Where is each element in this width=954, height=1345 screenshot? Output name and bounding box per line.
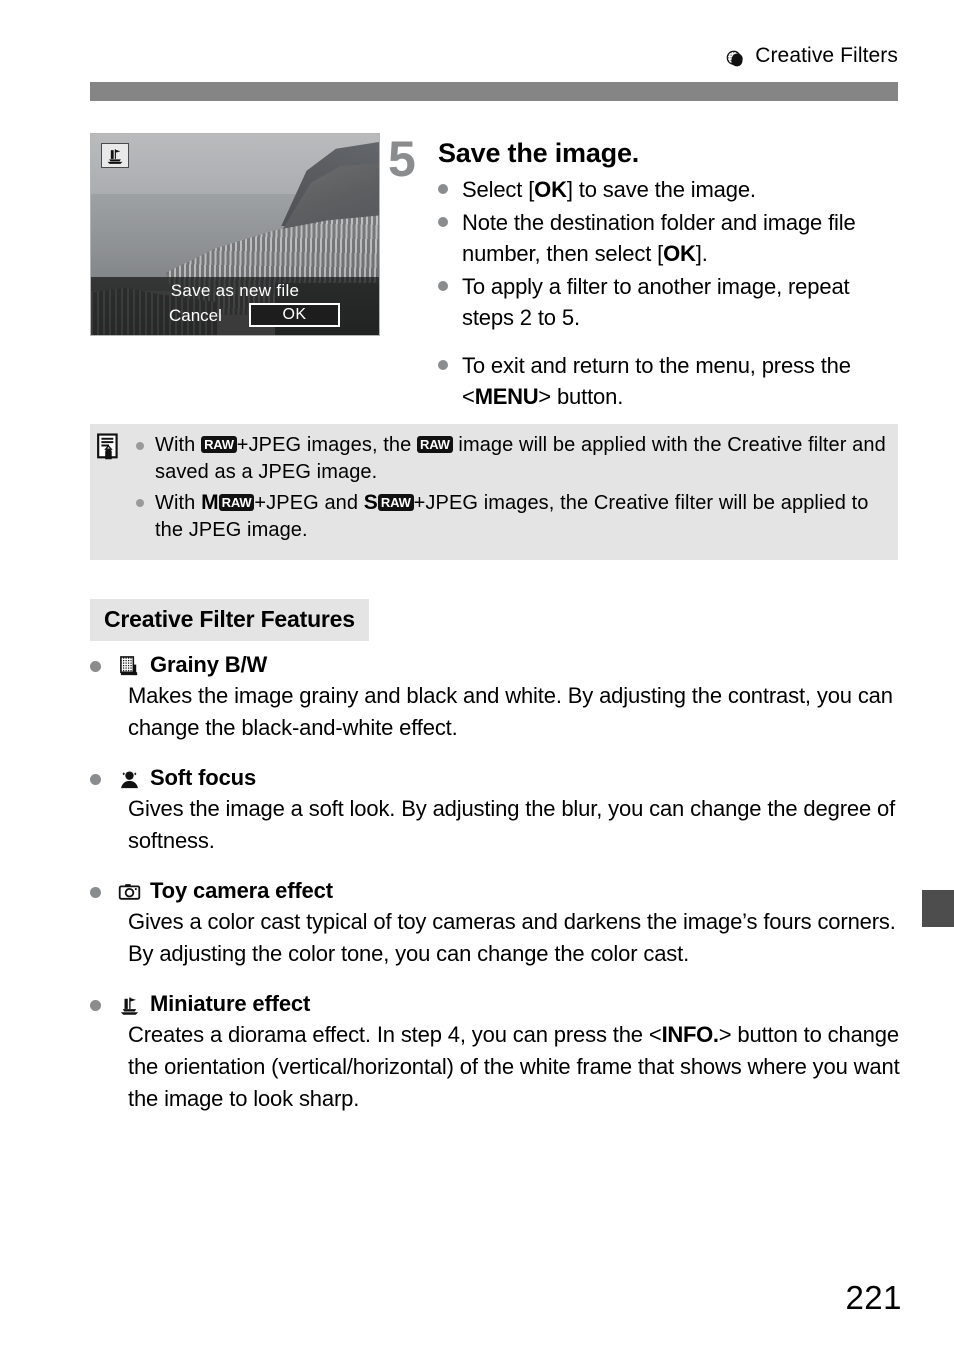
toy-camera-icon [118, 881, 141, 904]
feature-name: Grainy B/W [150, 652, 268, 677]
text-run: ] to save the image. [566, 177, 756, 202]
note-callout: With RAW +JPEG images, the RAW image will… [90, 424, 898, 560]
text-run: +JPEG images, the [236, 434, 418, 456]
bullet-icon [90, 1000, 101, 1011]
text-run: With [155, 492, 202, 514]
header-rule [90, 82, 898, 101]
text-run: To apply a filter to another image, repe… [462, 274, 850, 330]
image-size-letter: M [201, 491, 219, 514]
step-bullet-apply-another: To apply a filter to another image, repe… [438, 271, 900, 333]
step-bullet-text: Note the destination folder and image fi… [462, 207, 900, 269]
feature-heading: Grainy B/W [90, 652, 902, 678]
step-bullet-note-destination: Note the destination folder and image fi… [438, 207, 900, 269]
creative-filters-icon [725, 49, 746, 70]
bullet-icon [90, 887, 101, 898]
note-item-raw-jpeg: With RAW +JPEG images, the RAW image will… [136, 432, 888, 486]
page-title: Creative Filters [755, 44, 898, 67]
step-bullet-select-ok: Select [OK] to save the image. [438, 174, 900, 205]
page-header: Creative Filters [0, 44, 954, 68]
bullet-icon [438, 217, 448, 227]
bullet-icon [90, 661, 101, 672]
raw-badge-icon: RAW [377, 494, 414, 511]
text-run: Note the destination folder and image fi… [462, 210, 856, 266]
emphasis-text: OK [534, 177, 567, 202]
text-run: +JPEG and [254, 492, 364, 514]
grainy-bw-icon [118, 655, 141, 678]
save-dialog: Save as new file Cancel OK [91, 277, 379, 335]
feature-item-toy-camera: Toy camera effect Gives a color cast typi… [90, 878, 902, 970]
step-bullet-text: To apply a filter to another image, repe… [462, 271, 900, 333]
step-bullet-text: To exit and return to the menu, press th… [462, 350, 900, 412]
feature-name: Miniature effect [150, 991, 311, 1016]
section-heading: Creative Filter Features [90, 599, 369, 641]
note-memo-icon [96, 432, 122, 462]
button-glyph: MENU [474, 384, 539, 409]
feature-heading: Miniature effect [90, 991, 902, 1017]
save-dialog-cancel-button[interactable]: Cancel [169, 306, 222, 326]
bullet-icon [136, 499, 144, 507]
step-bullet-text: Select [OK] to save the image. [462, 174, 756, 205]
bullet-icon [438, 184, 448, 194]
text-run: ]. [695, 241, 708, 266]
text-run: With [155, 434, 202, 456]
text-run: > button. [538, 384, 624, 409]
feature-item-miniature-effect: Miniature effect Creates a diorama effect… [90, 991, 902, 1115]
chapter-tab-marker [922, 890, 954, 927]
raw-badge-icon: RAW [218, 494, 255, 511]
feature-heading: Toy camera effect [90, 878, 902, 904]
miniature-effect-icon [101, 143, 129, 168]
button-glyph: INFO. [661, 1022, 719, 1047]
bullet-icon [90, 774, 101, 785]
feature-description: Creates a diorama effect. In step 4, you… [128, 1019, 902, 1115]
emphasis-text: OK [663, 241, 696, 266]
step-number: 5 [388, 131, 416, 187]
page-number: 221 [845, 1279, 902, 1316]
bullet-icon [136, 442, 144, 450]
feature-heading: Soft focus [90, 765, 902, 791]
feature-item-soft-focus: Soft focus Gives the image a soft look. B… [90, 765, 902, 857]
step-bullet-exit-menu: To exit and return to the menu, press th… [438, 350, 900, 412]
note-list: With RAW +JPEG images, the RAW image will… [136, 432, 888, 547]
step-bullet-list: Select [OK] to save the image. Note the d… [438, 174, 900, 414]
feature-name: Soft focus [150, 765, 257, 790]
raw-badge-icon: RAW [417, 436, 453, 453]
feature-description: Gives a color cast typical of toy camera… [128, 909, 896, 966]
note-item-mraw-sraw-jpeg: With M RAW +JPEG and S RAW +JPEG images, the… [136, 489, 888, 544]
note-item-text: With RAW +JPEG images, the RAW image will… [155, 432, 888, 486]
feature-name: Toy camera effect [150, 878, 333, 903]
camera-screen-preview: Save as new file Cancel OK [90, 133, 380, 336]
feature-description: Gives the image a soft look. By adjustin… [128, 796, 896, 853]
bullet-icon [438, 281, 448, 291]
feature-item-grainy-bw: Grainy B/W Makes the image grainy and bla… [90, 652, 902, 744]
soft-focus-icon [118, 768, 141, 791]
bullet-icon [438, 360, 448, 370]
miniature-effect-icon [118, 994, 141, 1017]
step-heading: Save the image. [438, 138, 640, 168]
text-run: Creates a diorama effect. In step 4, you… [128, 1022, 662, 1047]
note-item-text: With M RAW +JPEG and S RAW +JPEG images, the… [155, 489, 888, 544]
image-size-letter: S [363, 491, 378, 514]
feature-description: Makes the image grainy and black and whi… [128, 683, 893, 740]
text-run: Select [ [462, 177, 535, 202]
save-dialog-ok-button[interactable]: OK [249, 303, 340, 327]
feature-list: Grainy B/W Makes the image grainy and bla… [90, 652, 902, 1136]
save-dialog-title: Save as new file [170, 281, 300, 300]
raw-badge-icon: RAW [201, 436, 237, 453]
